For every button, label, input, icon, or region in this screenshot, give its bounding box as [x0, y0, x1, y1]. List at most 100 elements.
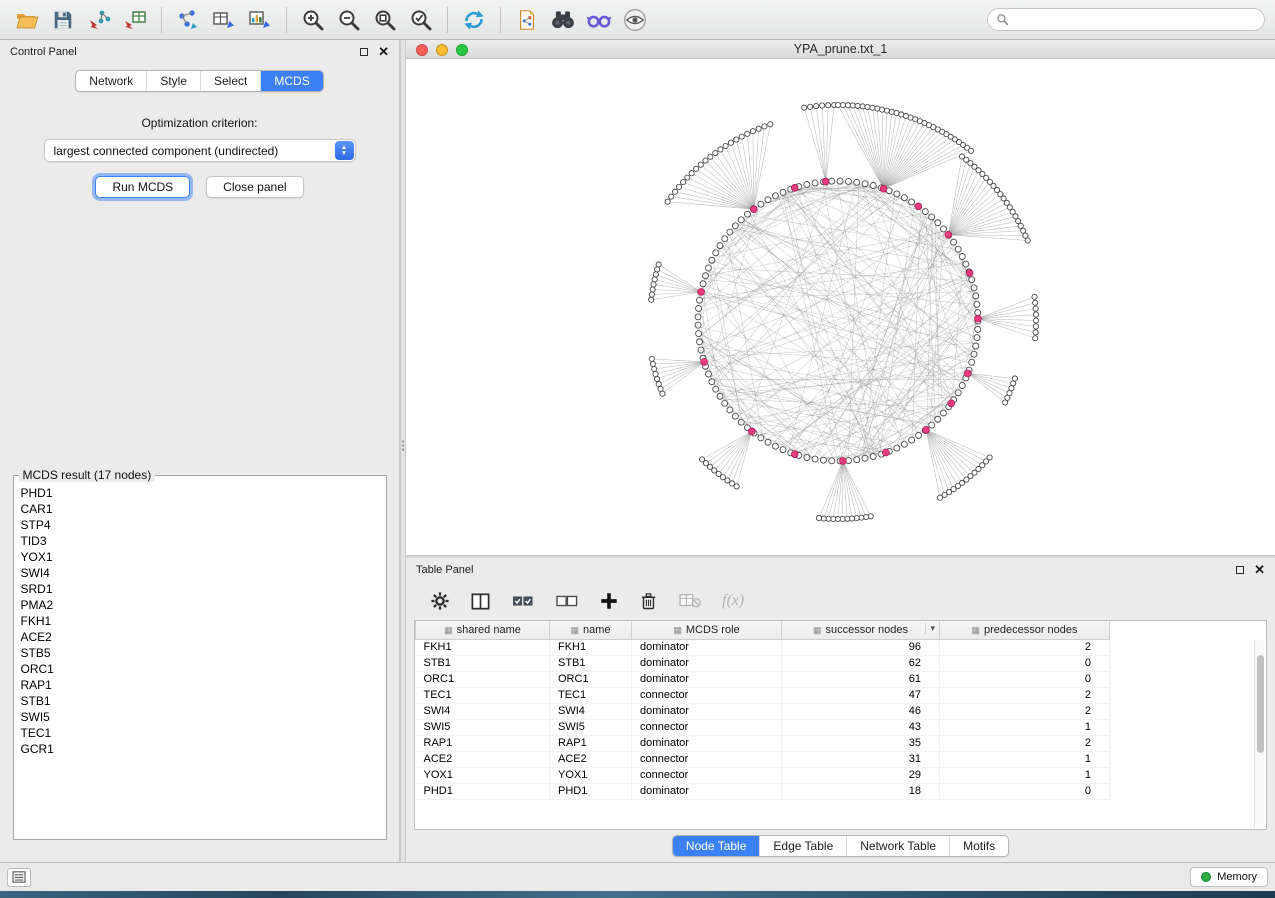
cell-successor-nodes[interactable]: 47 — [782, 687, 940, 703]
cell-shared-name[interactable]: YOX1 — [416, 767, 550, 783]
network-canvas[interactable] — [406, 59, 1275, 555]
table-row[interactable]: STB1STB1dominator620 — [416, 655, 1110, 671]
cell-MCDS-role[interactable]: connector — [632, 687, 782, 703]
cell-shared-name[interactable]: ACE2 — [416, 751, 550, 767]
import-table-button[interactable] — [118, 4, 152, 36]
mcds-result-node[interactable]: SWI4 — [21, 565, 379, 581]
import-network-button[interactable] — [82, 4, 116, 36]
tab-motifs[interactable]: Motifs — [949, 836, 1008, 856]
cell-MCDS-role[interactable]: connector — [632, 719, 782, 735]
cell-successor-nodes[interactable]: 62 — [782, 655, 940, 671]
cell-name[interactable]: SWI5 — [550, 719, 632, 735]
memory-button[interactable]: Memory — [1190, 867, 1268, 887]
tab-select[interactable]: Select — [200, 71, 260, 91]
table-row[interactable]: FKH1FKH1dominator962 — [416, 639, 1110, 655]
mcds-result-node[interactable]: ACE2 — [21, 629, 379, 645]
mcds-result-node[interactable]: STP4 — [21, 517, 379, 533]
tab-style[interactable]: Style — [146, 71, 200, 91]
column-header-predecessor-nodes[interactable]: ▦predecessor nodes — [940, 621, 1110, 639]
refresh-view-button[interactable] — [457, 4, 491, 36]
zoom-fit-button[interactable] — [368, 4, 402, 36]
table-scrollbar[interactable] — [1254, 640, 1265, 828]
cell-name[interactable]: TEC1 — [550, 687, 632, 703]
window-close-button[interactable] — [416, 44, 428, 56]
sort-dropdown-icon[interactable]: ▾ — [925, 623, 935, 634]
graphics-details-button[interactable] — [582, 4, 616, 36]
tab-mcds[interactable]: MCDS — [260, 71, 322, 91]
mcds-result-node[interactable]: YOX1 — [21, 549, 379, 565]
float-table-panel-icon[interactable] — [1236, 566, 1244, 574]
mcds-result-node[interactable]: TEC1 — [21, 725, 379, 741]
column-header-MCDS-role[interactable]: ▦MCDS role — [632, 621, 782, 639]
export-image-button[interactable] — [243, 4, 277, 36]
table-row[interactable]: SWI4SWI4dominator462 — [416, 703, 1110, 719]
table-row[interactable]: ACE2ACE2connector311 — [416, 751, 1110, 767]
cell-predecessor-nodes[interactable]: 2 — [940, 687, 1110, 703]
zoom-in-button[interactable] — [296, 4, 330, 36]
close-table-panel-icon[interactable]: ✕ — [1254, 565, 1265, 575]
search-input[interactable] — [1014, 13, 1256, 27]
tab-node-table[interactable]: Node Table — [673, 836, 760, 856]
tab-network-table[interactable]: Network Table — [846, 836, 949, 856]
add-row-button[interactable] — [599, 591, 619, 611]
cell-MCDS-role[interactable]: dominator — [632, 703, 782, 719]
table-row[interactable]: TEC1TEC1connector472 — [416, 687, 1110, 703]
cell-successor-nodes[interactable]: 46 — [782, 703, 940, 719]
mcds-result-node[interactable]: FKH1 — [21, 613, 379, 629]
select-all-button[interactable] — [511, 591, 535, 611]
function-builder-button[interactable]: f(x) — [722, 592, 744, 610]
cell-MCDS-role[interactable]: dominator — [632, 655, 782, 671]
cell-MCDS-role[interactable]: dominator — [632, 735, 782, 751]
network-window-titlebar[interactable]: YPA_prune.txt_1 — [406, 40, 1275, 59]
cell-predecessor-nodes[interactable]: 0 — [940, 783, 1110, 799]
cell-successor-nodes[interactable]: 96 — [782, 639, 940, 655]
show-columns-button[interactable] — [470, 591, 491, 612]
mcds-result-node[interactable]: RAP1 — [21, 677, 379, 693]
table-row[interactable]: SWI5SWI5connector431 — [416, 719, 1110, 735]
mcds-result-node[interactable]: TID3 — [21, 533, 379, 549]
cell-successor-nodes[interactable]: 31 — [782, 751, 940, 767]
mcds-result-node[interactable]: STB1 — [21, 693, 379, 709]
cell-predecessor-nodes[interactable]: 0 — [940, 671, 1110, 687]
mcds-result-node[interactable]: PMA2 — [21, 597, 379, 613]
table-row[interactable]: PHD1PHD1dominator180 — [416, 783, 1110, 799]
cell-name[interactable]: PHD1 — [550, 783, 632, 799]
cell-successor-nodes[interactable]: 61 — [782, 671, 940, 687]
cell-shared-name[interactable]: RAP1 — [416, 735, 550, 751]
cell-successor-nodes[interactable]: 18 — [782, 783, 940, 799]
column-header-name[interactable]: ▦name — [550, 621, 632, 639]
cell-name[interactable]: SWI4 — [550, 703, 632, 719]
cell-name[interactable]: RAP1 — [550, 735, 632, 751]
cell-MCDS-role[interactable]: connector — [632, 767, 782, 783]
cell-MCDS-role[interactable]: dominator — [632, 671, 782, 687]
float-panel-icon[interactable] — [360, 48, 368, 56]
cell-predecessor-nodes[interactable]: 2 — [940, 639, 1110, 655]
open-file-button[interactable] — [10, 4, 44, 36]
close-panel-button[interactable]: Close panel — [206, 176, 303, 198]
window-zoom-button[interactable] — [456, 44, 468, 56]
run-mcds-button[interactable]: Run MCDS — [95, 176, 190, 198]
table-row[interactable]: YOX1YOX1connector291 — [416, 767, 1110, 783]
column-header-successor-nodes[interactable]: ▦successor nodes▾ — [782, 621, 940, 639]
export-table-button[interactable] — [207, 4, 241, 36]
cell-shared-name[interactable]: ORC1 — [416, 671, 550, 687]
cell-shared-name[interactable]: PHD1 — [416, 783, 550, 799]
cell-successor-nodes[interactable]: 35 — [782, 735, 940, 751]
cell-shared-name[interactable]: FKH1 — [416, 639, 550, 655]
cell-shared-name[interactable]: SWI4 — [416, 703, 550, 719]
cell-name[interactable]: FKH1 — [550, 639, 632, 655]
cell-predecessor-nodes[interactable]: 1 — [940, 719, 1110, 735]
mcds-result-node[interactable]: SWI5 — [21, 709, 379, 725]
table-row[interactable]: ORC1ORC1dominator610 — [416, 671, 1110, 687]
cell-shared-name[interactable]: SWI5 — [416, 719, 550, 735]
cell-name[interactable]: YOX1 — [550, 767, 632, 783]
table-settings-button[interactable] — [430, 591, 450, 611]
table-row[interactable]: RAP1RAP1dominator352 — [416, 735, 1110, 751]
tab-edge-table[interactable]: Edge Table — [759, 836, 846, 856]
save-session-button[interactable] — [46, 4, 80, 36]
mcds-result-node[interactable]: ORC1 — [21, 661, 379, 677]
criterion-select[interactable]: largest connected component (undirected)… — [44, 139, 356, 162]
cell-predecessor-nodes[interactable]: 2 — [940, 703, 1110, 719]
cell-successor-nodes[interactable]: 29 — [782, 767, 940, 783]
mcds-result-node[interactable]: CAR1 — [21, 501, 379, 517]
